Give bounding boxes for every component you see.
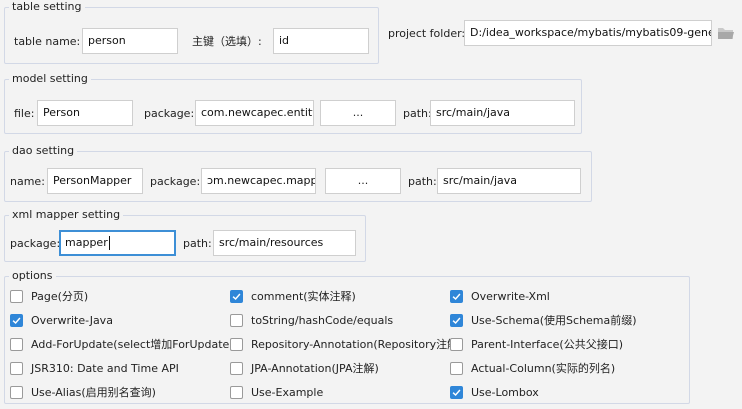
dao-name-input[interactable]: PersonMapper [47,168,143,194]
dao-setting-group: dao setting name: PersonMapper package: … [4,144,592,202]
table-name-label: table name: [14,35,81,48]
dao-package-input[interactable]: ɔm.newcapec.mapper [201,168,316,194]
option-label: Overwrite-Xml [471,290,550,303]
dao-package-label: package: [150,175,201,188]
option-label: toString/hashCode/equals [251,314,394,327]
option-label: Use-Lombox [471,386,539,399]
xml-package-value: mapper [65,236,108,249]
option-label: comment(实体注释) [251,290,356,303]
option-label: Actual-Column(实际的列名) [471,362,616,375]
option-label: Use-Example [251,386,324,399]
table-setting-group: table setting table name: person 主键（选填）:… [4,0,379,64]
project-folder-label: project folder: [388,27,466,40]
dao-path-input[interactable]: src/main/java [437,168,581,194]
checkbox-checked-icon[interactable] [230,290,243,303]
xml-path-input[interactable]: src/main/resources [213,230,356,256]
checkbox-unchecked-icon[interactable] [450,362,463,375]
checkbox-unchecked-icon[interactable] [230,338,243,351]
option-label: JPA-Annotation(JPA注解) [251,362,379,375]
dao-path-label: path: [408,175,437,188]
xml-setting-group: xml mapper setting package: mapper path:… [4,208,366,262]
model-file-input[interactable]: Person [37,100,133,126]
model-path-label: path: [403,107,432,120]
folder-icon[interactable] [717,26,735,40]
option-label: Page(分页) [31,290,89,303]
model-package-label: package: [144,107,195,120]
table-name-input[interactable]: person [82,28,178,54]
model-package-input[interactable]: com.newcapec.entity [195,100,314,126]
primary-key-label: 主键（选填）: [192,35,262,48]
text-caret [108,236,110,250]
model-file-label: file: [14,107,35,120]
model-path-input[interactable]: src/main/java [430,100,575,126]
xml-package-label: package: [10,237,61,250]
checkbox-unchecked-icon[interactable] [230,386,243,399]
option-label: Parent-Interface(公共父接口) [471,338,624,351]
xml-setting-legend: xml mapper setting [9,208,124,222]
model-browse-button[interactable]: ... [320,100,396,126]
option-label: Use-Alias(启用别名查询) [31,386,156,399]
model-setting-group: model setting file: Person package: com.… [4,72,582,134]
checkbox-unchecked-icon[interactable] [10,362,23,375]
checkbox-checked-icon[interactable] [450,386,463,399]
option-label: Repository-Annotation(Repository注解) [251,338,463,351]
dao-name-label: name: [10,175,45,188]
checkbox-checked-icon[interactable] [450,290,463,303]
checkbox-checked-icon[interactable] [450,314,463,327]
checkbox-checked-icon[interactable] [10,314,23,327]
option-label: Use-Schema(使用Schema前缀) [471,314,637,327]
options-legend: options [9,269,56,283]
primary-key-input[interactable]: id [273,28,369,54]
dao-browse-button[interactable]: ... [325,168,401,194]
option-label: Add-ForUpdate(select增加ForUpdate) [31,338,234,351]
xml-package-input[interactable]: mapper [59,230,176,256]
checkbox-unchecked-icon[interactable] [10,290,23,303]
xml-path-label: path: [183,237,212,250]
option-label: JSR310: Date and Time API [31,362,179,375]
checkbox-unchecked-icon[interactable] [450,338,463,351]
dao-setting-legend: dao setting [9,144,78,158]
checkbox-unchecked-icon[interactable] [10,386,23,399]
checkbox-unchecked-icon[interactable] [10,338,23,351]
model-setting-legend: model setting [9,72,91,86]
project-folder-input[interactable]: D:/idea_workspace/mybatis/mybatis09-gene… [464,20,712,46]
table-setting-legend: table setting [9,0,85,14]
checkbox-unchecked-icon[interactable] [230,314,243,327]
options-group: options Page(分页) comment(实体注释) Overwrite-X… [4,269,690,404]
checkbox-unchecked-icon[interactable] [230,362,243,375]
option-label: Overwrite-Java [31,314,113,327]
